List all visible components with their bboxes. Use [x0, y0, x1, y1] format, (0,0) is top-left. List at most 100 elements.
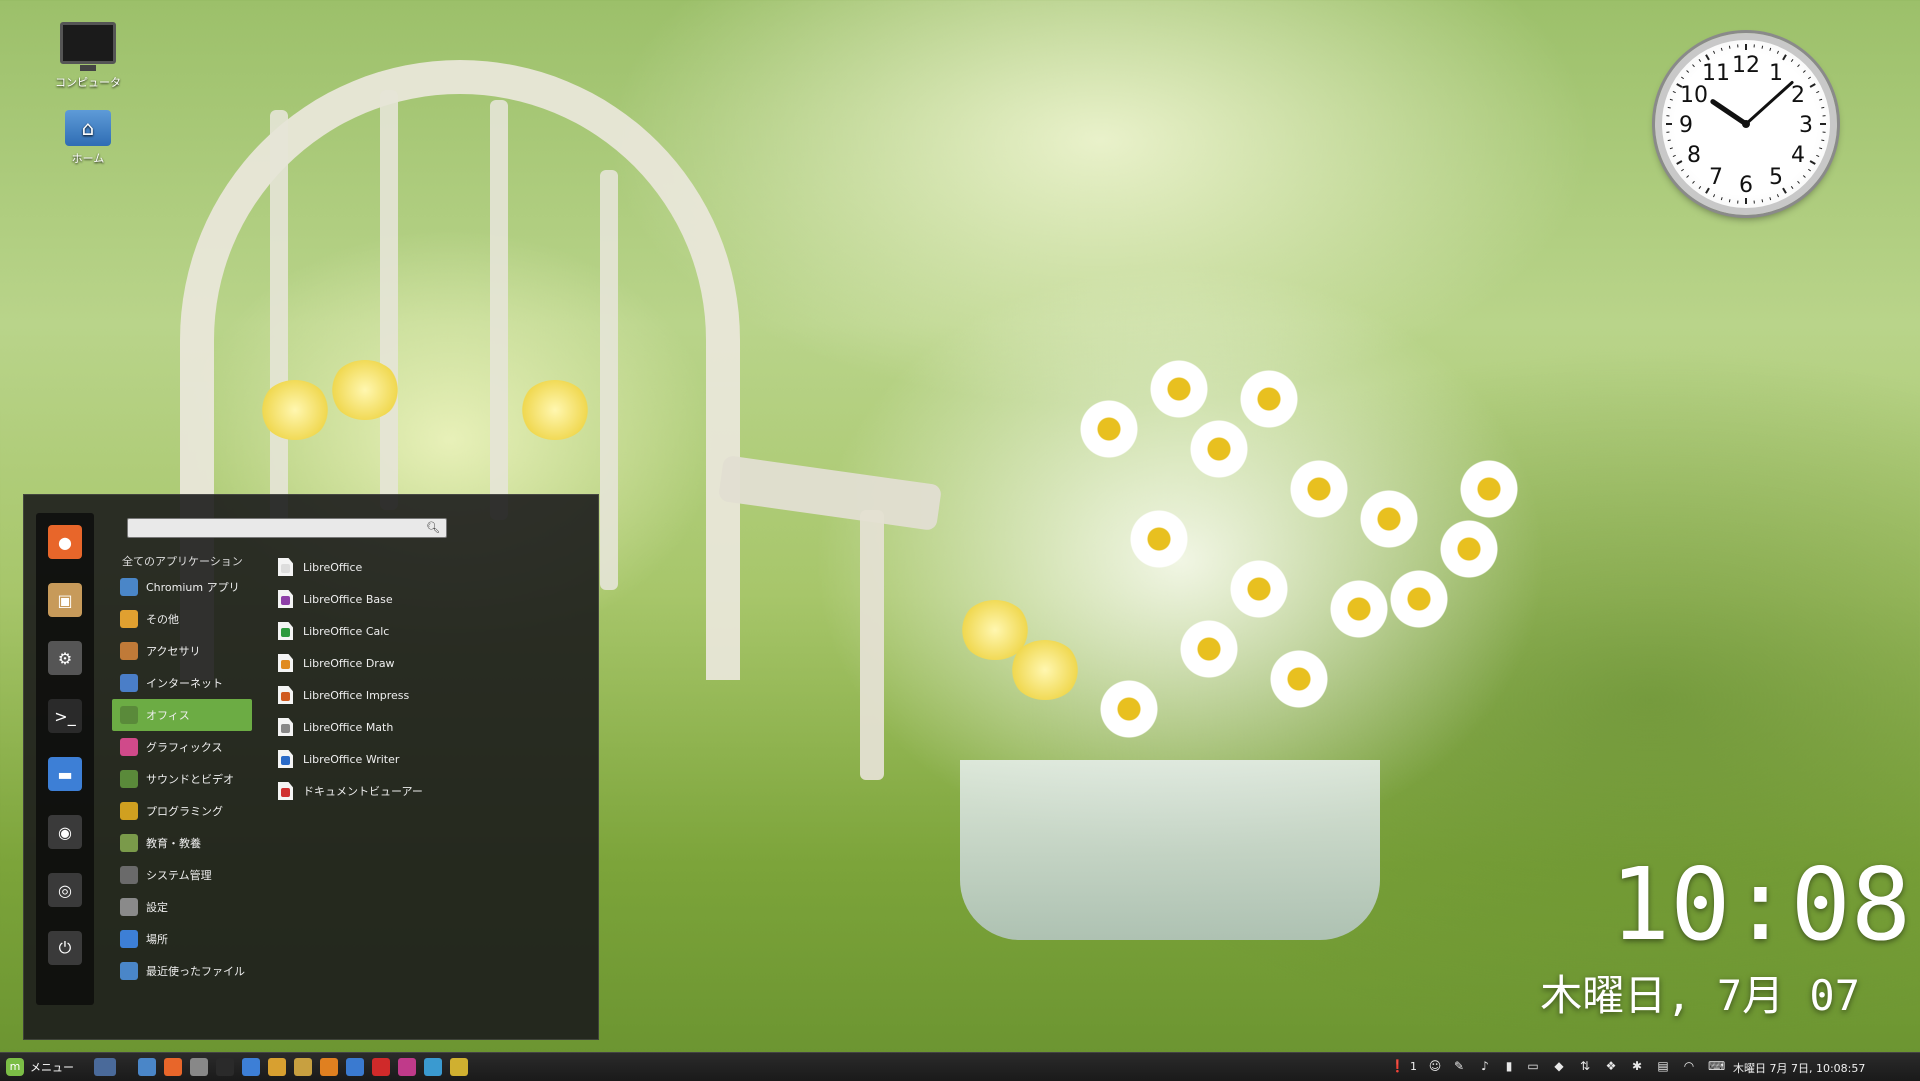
favorite-shutdown[interactable]: ⏻: [48, 931, 82, 965]
launcher-extra-app-icon[interactable]: [450, 1058, 468, 1076]
category-item[interactable]: 最近使ったファイル: [112, 955, 252, 987]
favorite-lock-screen[interactable]: ◉: [48, 815, 82, 849]
workspace-switcher[interactable]: 1: [1410, 1060, 1417, 1073]
volume-icon[interactable]: ♪: [1478, 1058, 1492, 1074]
all-applications-label[interactable]: 全てのアプリケーション: [122, 553, 243, 569]
taskbar: m メニュー ❗ ☺ ✎ ♪ ▮ ▭ ◆ ⇅ ❖ ✱ ▤ ◠ ⌨ 1 木曜日 7月 7日, 10:08:…: [0, 1052, 1920, 1081]
launcher-firefox-icon[interactable]: [164, 1058, 182, 1076]
category-item[interactable]: システム管理: [112, 859, 252, 891]
clock-number: 3: [1799, 113, 1813, 138]
clock-number: 4: [1791, 143, 1805, 168]
clock-tick: [1798, 181, 1800, 183]
favorites-bar: ● ▣ ⚙ >_ ▬ ◉ ◎ ⏻: [36, 513, 94, 1005]
pen-icon[interactable]: ✎: [1452, 1058, 1466, 1074]
category-item[interactable]: プログラミング: [112, 795, 252, 827]
clock-tick: [1819, 99, 1822, 100]
category-label: オフィス: [146, 707, 190, 723]
application-item[interactable]: ドキュメントビューアー: [274, 775, 574, 807]
launcher-screenshot-icon[interactable]: [424, 1058, 442, 1076]
application-item[interactable]: LibreOffice Draw: [274, 647, 574, 679]
launcher-show-desktop-icon[interactable]: [94, 1058, 116, 1076]
category-icon: [120, 738, 138, 756]
clock-tick: [1673, 155, 1676, 156]
category-item[interactable]: オフィス: [112, 699, 252, 731]
category-item[interactable]: アクセサリ: [112, 635, 252, 667]
panel-clock[interactable]: 木曜日 7月 7日, 10:08:57: [1733, 1060, 1865, 1076]
shield-icon[interactable]: ◆: [1552, 1058, 1566, 1074]
category-icon: [120, 642, 138, 660]
category-item[interactable]: 設定: [112, 891, 252, 923]
network-icon[interactable]: ⇅: [1578, 1058, 1592, 1074]
favorite-software-manager[interactable]: ▣: [48, 583, 82, 617]
user-icon[interactable]: ☺: [1428, 1058, 1442, 1074]
battery-icon[interactable]: ▮: [1502, 1058, 1516, 1074]
launcher-terminal-icon[interactable]: [216, 1058, 234, 1076]
analog-clock-desklet[interactable]: 121234567891011: [1655, 33, 1837, 215]
category-item[interactable]: サウンドとビデオ: [112, 763, 252, 795]
category-icon: [120, 674, 138, 692]
clock-tick: [1803, 176, 1805, 178]
mint-logo-icon: m: [6, 1058, 24, 1076]
category-item[interactable]: その他: [112, 603, 252, 635]
desktop-icon-computer[interactable]: コンピュータ: [43, 22, 133, 90]
info-icon[interactable]: ❗: [1390, 1058, 1404, 1074]
dropbox-icon[interactable]: ❖: [1604, 1058, 1618, 1074]
display-icon[interactable]: ▭: [1526, 1058, 1540, 1074]
favorite-terminal[interactable]: >_: [48, 699, 82, 733]
category-item[interactable]: Chromium アプリ: [112, 571, 252, 603]
clock-tick: [1721, 48, 1722, 51]
launcher-chromium-icon[interactable]: [138, 1058, 156, 1076]
terminal-icon: >_: [54, 707, 75, 726]
clock-number: 9: [1679, 113, 1693, 138]
category-label: システム管理: [146, 867, 212, 883]
search-input[interactable]: [128, 522, 418, 540]
application-item[interactable]: LibreOffice Base: [274, 583, 574, 615]
wallpaper-daisy: [1100, 680, 1158, 738]
application-item[interactable]: LibreOffice Writer: [274, 743, 574, 775]
wallpaper-chair-arm: [718, 455, 942, 531]
application-item[interactable]: LibreOffice Math: [274, 711, 574, 743]
clock-tick: [1810, 84, 1815, 87]
launcher-files-icon[interactable]: [242, 1058, 260, 1076]
keyboard-icon[interactable]: ⌨: [1708, 1058, 1722, 1074]
category-label: Chromium アプリ: [146, 579, 240, 595]
clock-number: 5: [1769, 165, 1783, 190]
launcher-package-manager-icon[interactable]: [320, 1058, 338, 1076]
clock-tick: [1816, 91, 1819, 92]
clock-tick: [1808, 169, 1810, 171]
clock-tick: [1803, 70, 1805, 72]
category-item[interactable]: グラフィックス: [112, 731, 252, 763]
application-item[interactable]: LibreOffice: [274, 551, 574, 583]
folder-icon[interactable]: ▤: [1656, 1058, 1670, 1074]
search-box[interactable]: 🔍︎: [127, 518, 447, 538]
application-item[interactable]: LibreOffice Impress: [274, 679, 574, 711]
category-icon: [120, 802, 138, 820]
launcher-media-player-icon[interactable]: [372, 1058, 390, 1076]
launcher-mint-update-icon[interactable]: [346, 1058, 364, 1076]
clock-tick: [1821, 107, 1824, 108]
wifi-icon[interactable]: ◠: [1682, 1058, 1696, 1074]
application-item[interactable]: LibreOffice Calc: [274, 615, 574, 647]
favorite-firefox[interactable]: ●: [48, 525, 82, 559]
launcher-image-viewer-icon[interactable]: [294, 1058, 312, 1076]
application-label: LibreOffice Base: [303, 593, 393, 606]
application-menu: ● ▣ ⚙ >_ ▬ ◉ ◎ ⏻ 🔍︎ 全てのアプリケーション Chromium アプリその他…: [23, 494, 599, 1040]
clock-minute-hand: [1746, 83, 1792, 124]
application-label: ドキュメントビューアー: [303, 783, 423, 799]
category-item[interactable]: インターネット: [112, 667, 252, 699]
launcher-text-editor-icon[interactable]: [268, 1058, 286, 1076]
bluetooth-icon[interactable]: ✱: [1630, 1058, 1644, 1074]
favorite-files[interactable]: ▬: [48, 757, 82, 791]
category-item[interactable]: 場所: [112, 923, 252, 955]
category-item[interactable]: 教育・教養: [112, 827, 252, 859]
menu-button[interactable]: m メニュー: [6, 1057, 74, 1077]
category-label: その他: [146, 611, 179, 627]
favorite-system-settings[interactable]: ⚙: [48, 641, 82, 675]
application-label: LibreOffice Impress: [303, 689, 409, 702]
launcher-graphics-app-icon[interactable]: [398, 1058, 416, 1076]
wallpaper-flower-pot: [960, 760, 1380, 940]
clock-number: 12: [1732, 53, 1760, 78]
desktop-icon-home[interactable]: ⌂ ホーム: [43, 110, 133, 166]
launcher-system-monitor-icon[interactable]: [190, 1058, 208, 1076]
favorite-logout[interactable]: ◎: [48, 873, 82, 907]
